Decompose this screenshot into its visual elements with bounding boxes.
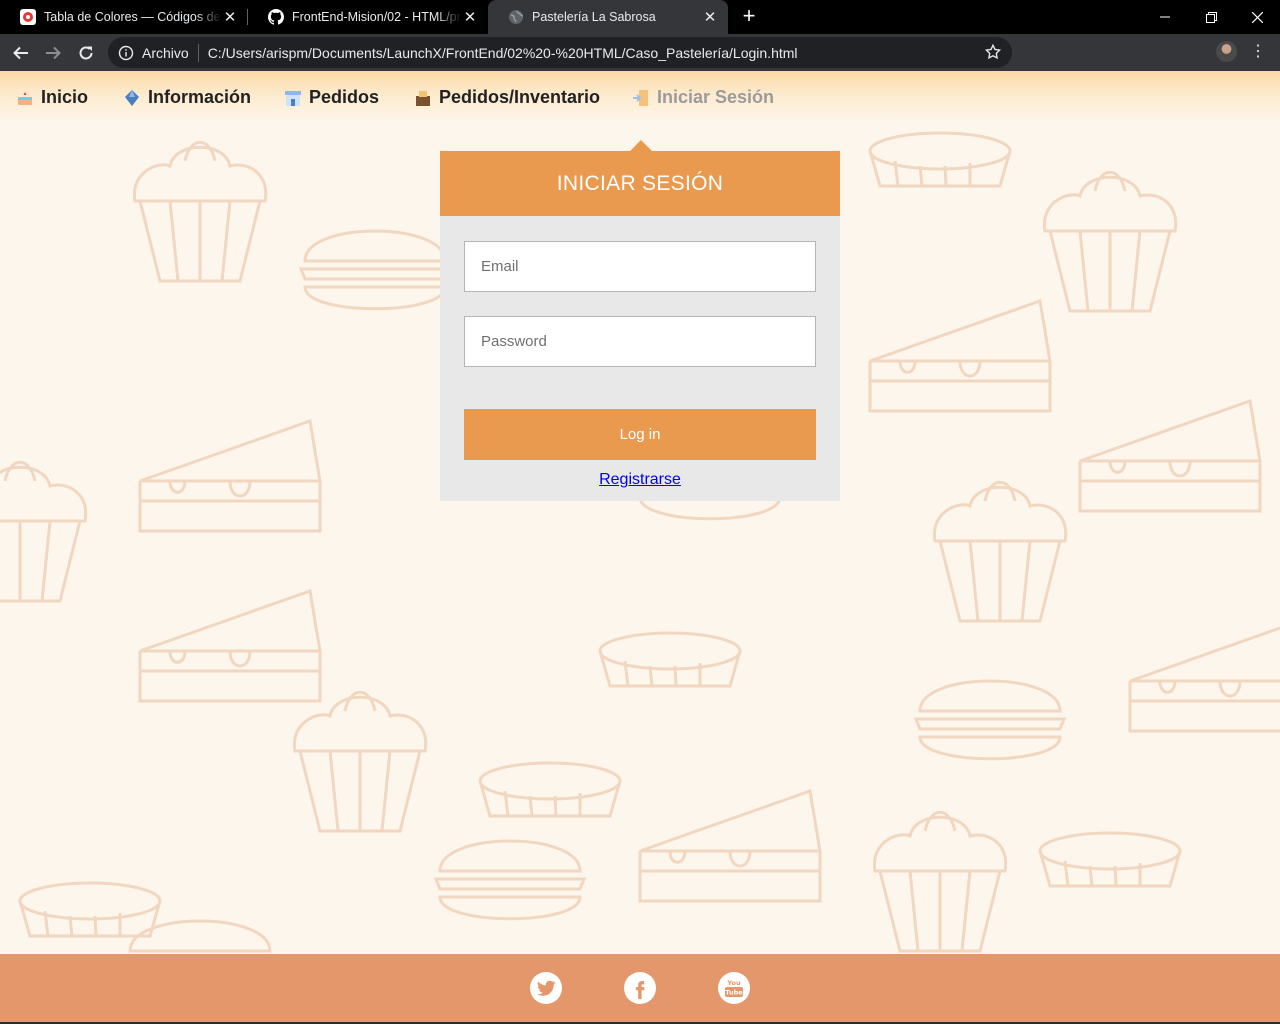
- close-tab-icon[interactable]: ✕: [222, 8, 238, 26]
- address-divider: [197, 43, 199, 62]
- nav-label: Inicio: [41, 87, 89, 107]
- back-arrow-icon[interactable]: [8, 40, 34, 66]
- close-tab-icon[interactable]: ✕: [462, 8, 478, 26]
- password-field[interactable]: [464, 316, 816, 367]
- svg-text:Tube: Tube: [725, 989, 743, 997]
- login-title: INICIAR SESIÓN: [440, 151, 840, 216]
- nav-item-iniciar-sesion[interactable]: Iniciar Sesión: [631, 87, 774, 108]
- new-tab-plus-icon[interactable]: +: [738, 5, 760, 27]
- nav-label: Pedidos: [309, 87, 380, 107]
- forward-arrow-icon[interactable]: [40, 40, 66, 66]
- tab-title: Tabla de Colores — Códigos de C: [44, 10, 222, 24]
- minimize-icon[interactable]: [1142, 0, 1188, 34]
- inventory-icon: [413, 88, 433, 108]
- site-footer: You Tube: [0, 954, 1280, 1022]
- url-text[interactable]: C:/Users/arispm/Documents/LaunchX/FrontE…: [208, 45, 798, 61]
- bookmark-star-icon[interactable]: [984, 43, 1002, 61]
- info-gem-icon: [122, 88, 142, 108]
- browser-tab-active[interactable]: Pastelería La Sabrosa ✕: [488, 0, 728, 34]
- tab-title: FrontEnd-Mision/02 - HTML/prac: [292, 10, 462, 24]
- browser-tab-strip: Tabla de Colores — Códigos de C ✕ FrontE…: [0, 0, 1280, 34]
- site-info-icon[interactable]: [118, 45, 134, 61]
- profile-avatar[interactable]: [1216, 41, 1237, 62]
- address-chip: Archivo: [142, 44, 189, 61]
- restore-icon[interactable]: [1188, 0, 1234, 34]
- address-bar[interactable]: Archivo C:/Users/arispm/Documents/Launch…: [108, 37, 1012, 68]
- reload-icon[interactable]: [73, 40, 99, 66]
- cake-icon: [15, 88, 35, 108]
- nav-item-inventario[interactable]: Pedidos/Inventario: [413, 87, 600, 108]
- store-icon: [283, 88, 303, 108]
- browser-toolbar: Archivo C:/Users/arispm/Documents/Launch…: [0, 34, 1280, 98]
- browser-tab[interactable]: Tabla de Colores — Códigos de C ✕: [0, 0, 248, 34]
- nav-item-inicio[interactable]: Inicio: [15, 87, 88, 108]
- card-pointer: [630, 140, 652, 151]
- login-card: INICIAR SESIÓN Log in Registrarse: [440, 151, 840, 501]
- nav-item-pedidos[interactable]: Pedidos: [283, 87, 379, 108]
- nav-label: Iniciar Sesión: [657, 87, 775, 107]
- login-button[interactable]: Log in: [464, 409, 816, 460]
- twitter-icon[interactable]: [530, 972, 562, 1004]
- github-favicon-icon: [268, 9, 284, 25]
- nav-label: Pedidos/Inventario: [439, 87, 601, 107]
- register-link[interactable]: Registrarse: [440, 471, 840, 489]
- email-field[interactable]: [464, 241, 816, 292]
- tab-title: Pastelería La Sabrosa: [532, 10, 656, 24]
- door-icon: [631, 88, 651, 108]
- globe-favicon-icon: [508, 9, 524, 25]
- nav-label: Información: [148, 87, 252, 107]
- svg-text:You: You: [726, 979, 741, 987]
- nav-item-informacion[interactable]: Información: [122, 87, 251, 108]
- close-window-icon[interactable]: [1234, 0, 1280, 34]
- colors-site-favicon-icon: [20, 9, 36, 25]
- page-viewport: Inicio Información Pedidos Pedidos/Inven…: [0, 71, 1280, 1024]
- youtube-icon[interactable]: You Tube: [718, 972, 750, 1004]
- close-tab-icon[interactable]: ✕: [702, 8, 718, 26]
- browser-menu-kebab-icon[interactable]: ⋮: [1250, 42, 1266, 62]
- facebook-icon[interactable]: [624, 972, 656, 1004]
- browser-tab[interactable]: FrontEnd-Mision/02 - HTML/prac ✕: [248, 0, 488, 34]
- site-navbar: Inicio Información Pedidos Pedidos/Inven…: [0, 71, 1280, 123]
